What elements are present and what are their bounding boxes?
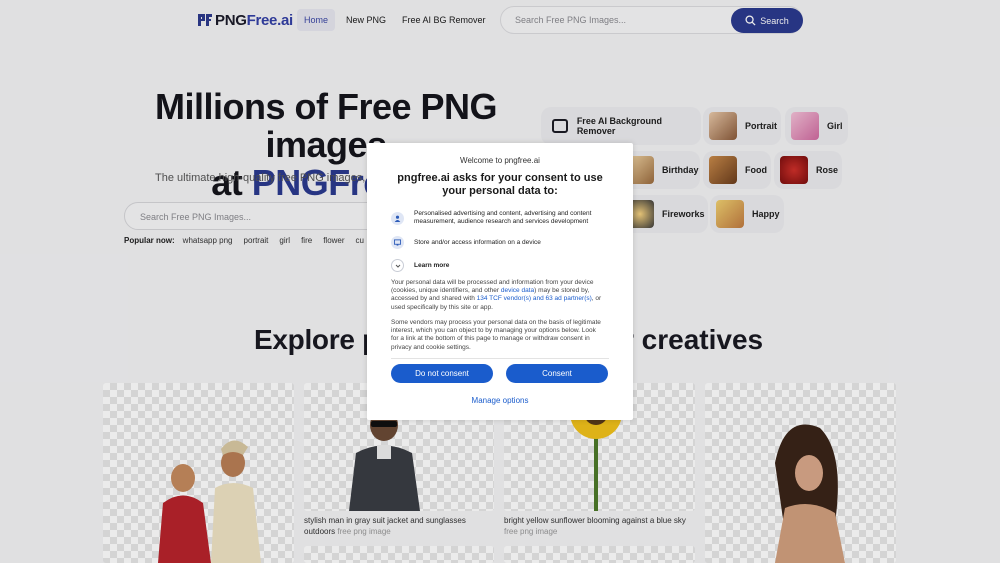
consent-paragraph-1: Your personal data will be processed and… (391, 279, 603, 312)
consent-dialog: Welcome to pngfree.ai pngfree.ai asks fo… (367, 143, 633, 420)
learn-more-label: Learn more (414, 261, 450, 269)
consent-divider (391, 358, 609, 359)
device-data-link[interactable]: device data (501, 287, 534, 294)
consent-title: pngfree.ai asks for your consent to use … (397, 172, 603, 197)
consent-welcome: Welcome to pngfree.ai (460, 156, 540, 165)
consent-paragraph-2: Some vendors may process your personal d… (391, 319, 601, 351)
device-icon (391, 236, 404, 249)
manage-options-link[interactable]: Manage options (367, 396, 633, 405)
person-icon (391, 211, 404, 225)
consent-purpose-ads: Personalised advertising and content, ad… (391, 210, 611, 226)
page: PNG Free.ai Home New PNG Free AI BG Remov… (0, 0, 1000, 563)
vendors-link[interactable]: 134 TCF vendor(s) and 63 ad partner(s) (477, 295, 592, 302)
consent-purpose-storage: Store and/or access information on a dev… (391, 236, 611, 249)
consent-button[interactable]: Consent (506, 364, 608, 383)
consent-purpose-ads-text: Personalised advertising and content, ad… (414, 210, 592, 225)
chevron-down-icon (391, 259, 404, 272)
do-not-consent-button[interactable]: Do not consent (391, 364, 493, 383)
learn-more-toggle[interactable]: Learn more (391, 259, 449, 272)
consent-purpose-storage-text: Store and/or access information on a dev… (414, 238, 541, 246)
